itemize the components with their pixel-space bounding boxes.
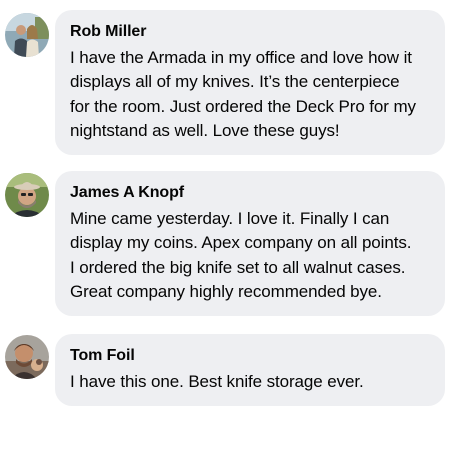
comment-text: Mine came yesterday. I love it. Finally … [70, 207, 433, 304]
comment-text-line: I have this one. Best knife storage ever… [70, 372, 364, 391]
comment-text-line: Mine came yesterday. I love it. Finally … [70, 209, 390, 228]
comment-list: Rob Miller I have the Armada in my offic… [0, 0, 450, 450]
comment-bubble: Tom Foil I have this one. Best knife sto… [55, 334, 445, 407]
comment-text: I have the Armada in my office and love … [70, 46, 433, 143]
comment-text-line: Great company highly recommended bye. [70, 281, 382, 301]
comment-text-line: I ordered the big knife set to all walnu… [70, 257, 406, 277]
comment-author[interactable]: James A Knopf [70, 183, 433, 203]
comment-bubble: Rob Miller I have the Armada in my offic… [55, 10, 445, 156]
comment-bubble: James A Knopf Mine came yesterday. I lov… [55, 171, 445, 317]
avatar[interactable] [5, 13, 49, 57]
avatar-photo-icon [5, 335, 49, 379]
comment-text-line: I have the Armada in my office and love … [70, 48, 412, 67]
avatar[interactable] [5, 335, 49, 379]
avatar-photo-icon [5, 13, 49, 57]
comment-text-line: for the room. Just ordered the Deck Pro … [70, 96, 416, 116]
avatar-photo-icon [5, 173, 49, 217]
comment-text-line: display my coins. Apex company on all po… [70, 233, 412, 253]
comment-text-line: displays all of my knives. It’s the cent… [70, 72, 400, 92]
comment-text-line: nightstand as well. Love these guys! [70, 120, 340, 140]
comment-author[interactable]: Rob Miller [70, 22, 433, 42]
comment-text: I have this one. Best knife storage ever… [70, 370, 433, 394]
avatar[interactable] [5, 173, 49, 217]
comment-author[interactable]: Tom Foil [70, 346, 433, 366]
